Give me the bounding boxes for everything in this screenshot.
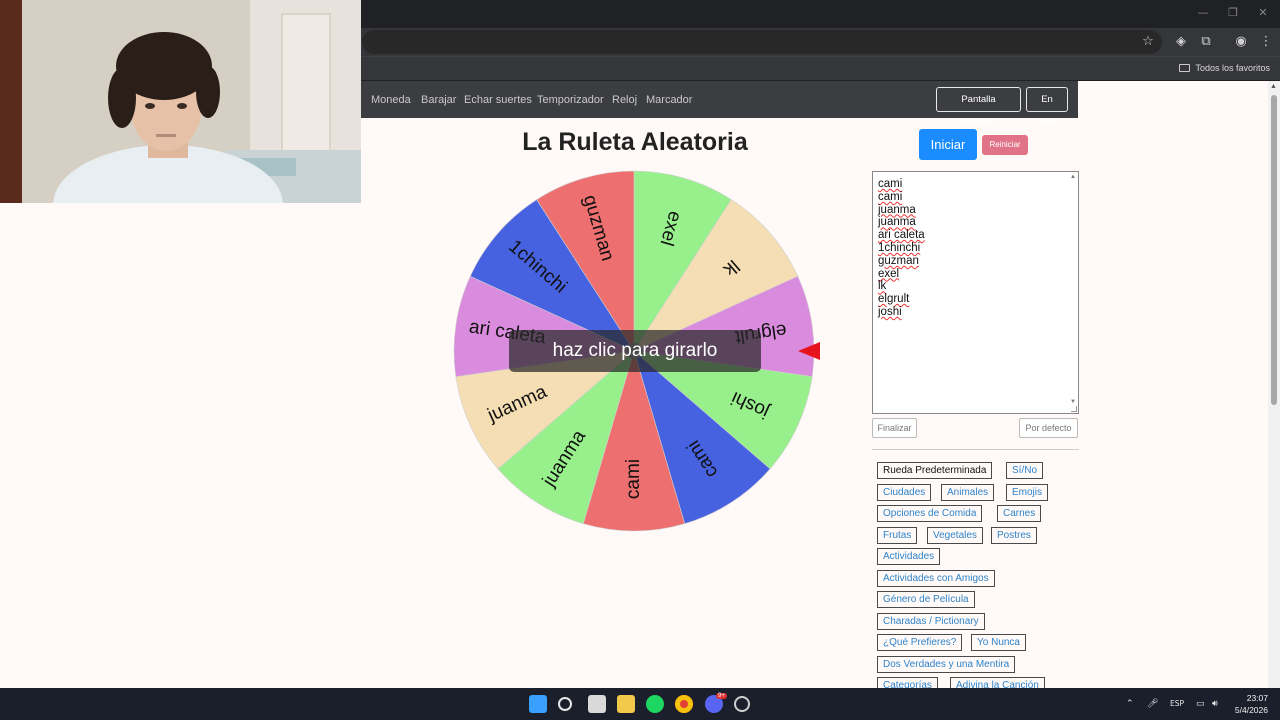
fullscreen-button[interactable]: Pantalla completa <box>936 87 1021 128</box>
spin-overlay-label[interactable]: haz clic para girarlo <box>509 330 761 372</box>
nav-link-temporizador[interactable]: Temporizador <box>537 93 604 107</box>
name-entry: exel <box>878 267 900 280</box>
store-icon[interactable] <box>588 695 606 713</box>
nav-link-reloj[interactable]: Reloj <box>612 93 637 107</box>
preset-tag[interactable]: Rueda Predeterminada <box>877 462 993 479</box>
scroll-up-icon[interactable]: ▲ <box>1270 83 1277 90</box>
divider <box>872 449 1079 450</box>
preset-tag[interactable]: Animales <box>941 483 995 501</box>
preset-tag[interactable]: Charadas / Pictionary <box>877 612 985 630</box>
page-title: La Ruleta Aleatoria <box>522 128 748 156</box>
preset-tag[interactable]: Vegetales <box>927 526 983 544</box>
default-button[interactable]: Por defecto <box>1019 418 1078 438</box>
profile-icon[interactable]: ◉ <box>1231 32 1251 52</box>
webcam-video <box>0 0 361 203</box>
minimize-icon[interactable]: — <box>1188 4 1218 22</box>
search-icon[interactable] <box>558 697 572 711</box>
preset-tag[interactable]: Yo Nunca <box>971 634 1026 651</box>
preset-tag[interactable]: Género de Película <box>877 591 975 608</box>
app-icon[interactable] <box>734 696 750 712</box>
finish-button[interactable]: Finalizar <box>872 418 917 438</box>
name-entry: juanma <box>878 203 916 216</box>
close-window-icon[interactable]: ✕ <box>1248 4 1278 22</box>
notification-badge: 9+ <box>716 693 727 699</box>
name-entry: ari caleta <box>878 229 925 242</box>
name-entry: elgrult <box>878 293 910 306</box>
spotify-icon[interactable] <box>646 695 664 713</box>
preset-tag[interactable]: Carnes <box>997 505 1042 522</box>
preset-tag[interactable]: ¿Qué Prefieres? <box>877 634 963 651</box>
preset-tag[interactable]: Dos Verdades y una Mentira <box>877 655 1016 673</box>
extensions-puzzle-icon[interactable]: ⧉ <box>1196 32 1216 52</box>
name-entry: lk <box>878 280 887 293</box>
volume-icon[interactable]: 🔊︎ <box>1212 697 1218 711</box>
tray-chevron-icon[interactable]: ⌃ <box>1126 697 1134 711</box>
network-icon[interactable]: ▭ <box>1196 697 1205 711</box>
all-bookmarks-link[interactable]: Todos los favoritos <box>1179 61 1270 75</box>
all-bookmarks-label: Todos los favoritos <box>1195 63 1270 73</box>
nav-link-moneda[interactable]: Moneda <box>371 93 411 107</box>
taskbar-clock[interactable]: 23:07 5/4/2026 <box>1235 692 1268 716</box>
preset-tag[interactable]: Adivina la Canción <box>950 677 1045 688</box>
name-entry: juanma <box>878 216 916 229</box>
webcam-overlay <box>0 0 361 203</box>
chrome-icon[interactable] <box>675 695 693 713</box>
menu-dots-icon[interactable]: ⋮ <box>1256 32 1276 52</box>
clock-time: 23:07 <box>1246 693 1268 703</box>
preset-tag[interactable]: Actividades <box>877 548 941 565</box>
name-entry: guzman <box>878 254 919 267</box>
windows-start-icon[interactable] <box>529 695 547 713</box>
preset-tag[interactable]: Opciones de Comida <box>877 505 983 522</box>
preset-tag[interactable]: Ciudades <box>877 483 932 501</box>
names-textarea[interactable]: ▲ ▼ cami cami juanma juanma ari caleta 1chinc… <box>872 171 1079 414</box>
resize-grip-icon[interactable] <box>1071 406 1077 412</box>
clock-date: 5/4/2026 <box>1234 705 1268 715</box>
language-indicator[interactable]: ESP <box>1170 697 1184 711</box>
reset-button[interactable]: Reiniciar <box>982 135 1028 155</box>
extension-icon[interactable]: ◈ <box>1171 32 1191 52</box>
bookmark-star-icon[interactable]: ☆ <box>1138 32 1158 52</box>
scroll-down-arrow-icon[interactable]: ▼ <box>1070 399 1076 405</box>
name-entry: joshi <box>878 305 902 318</box>
wheel-segment-label: cami <box>623 459 644 499</box>
folder-icon <box>1179 64 1191 72</box>
page-scrollbar[interactable]: ▲ <box>1268 81 1280 688</box>
address-bar[interactable] <box>362 30 1162 54</box>
scrollbar-thumb[interactable] <box>1271 95 1277 405</box>
wheel-pointer-arrow <box>798 342 820 360</box>
nav-link-barajar[interactable]: Barajar <box>421 93 456 107</box>
live-button[interactable]: En vivo <box>1026 87 1068 128</box>
microphone-icon[interactable]: 🎤︎ <box>1147 697 1158 711</box>
name-entry: cami <box>878 190 903 203</box>
preset-tag[interactable]: Frutas <box>877 526 918 544</box>
name-entry: cami <box>878 178 903 190</box>
preset-tag[interactable]: Actividades con Amigos <box>877 569 995 587</box>
windows-taskbar: 9+ ⌃ 🎤︎ ESP ▭ 🔊︎ 23:07 5/4/2026 <box>0 688 1280 720</box>
preset-tag[interactable]: Emojis <box>1006 483 1049 501</box>
restore-icon[interactable]: ❐ <box>1218 4 1248 22</box>
start-button[interactable]: Iniciar <box>919 129 977 160</box>
preset-tag[interactable]: Categorías <box>877 677 938 688</box>
nav-link-marcador[interactable]: Marcador <box>646 93 692 107</box>
nav-link-echar-suertes[interactable]: Echar suertes <box>464 93 532 107</box>
preset-tag[interactable]: Postres <box>991 526 1037 544</box>
name-entry: 1chinchi <box>878 241 921 254</box>
preset-tag[interactable]: Sí/No <box>1006 462 1044 479</box>
file-explorer-icon[interactable] <box>617 695 635 713</box>
scroll-up-arrow-icon[interactable]: ▲ <box>1070 174 1076 180</box>
